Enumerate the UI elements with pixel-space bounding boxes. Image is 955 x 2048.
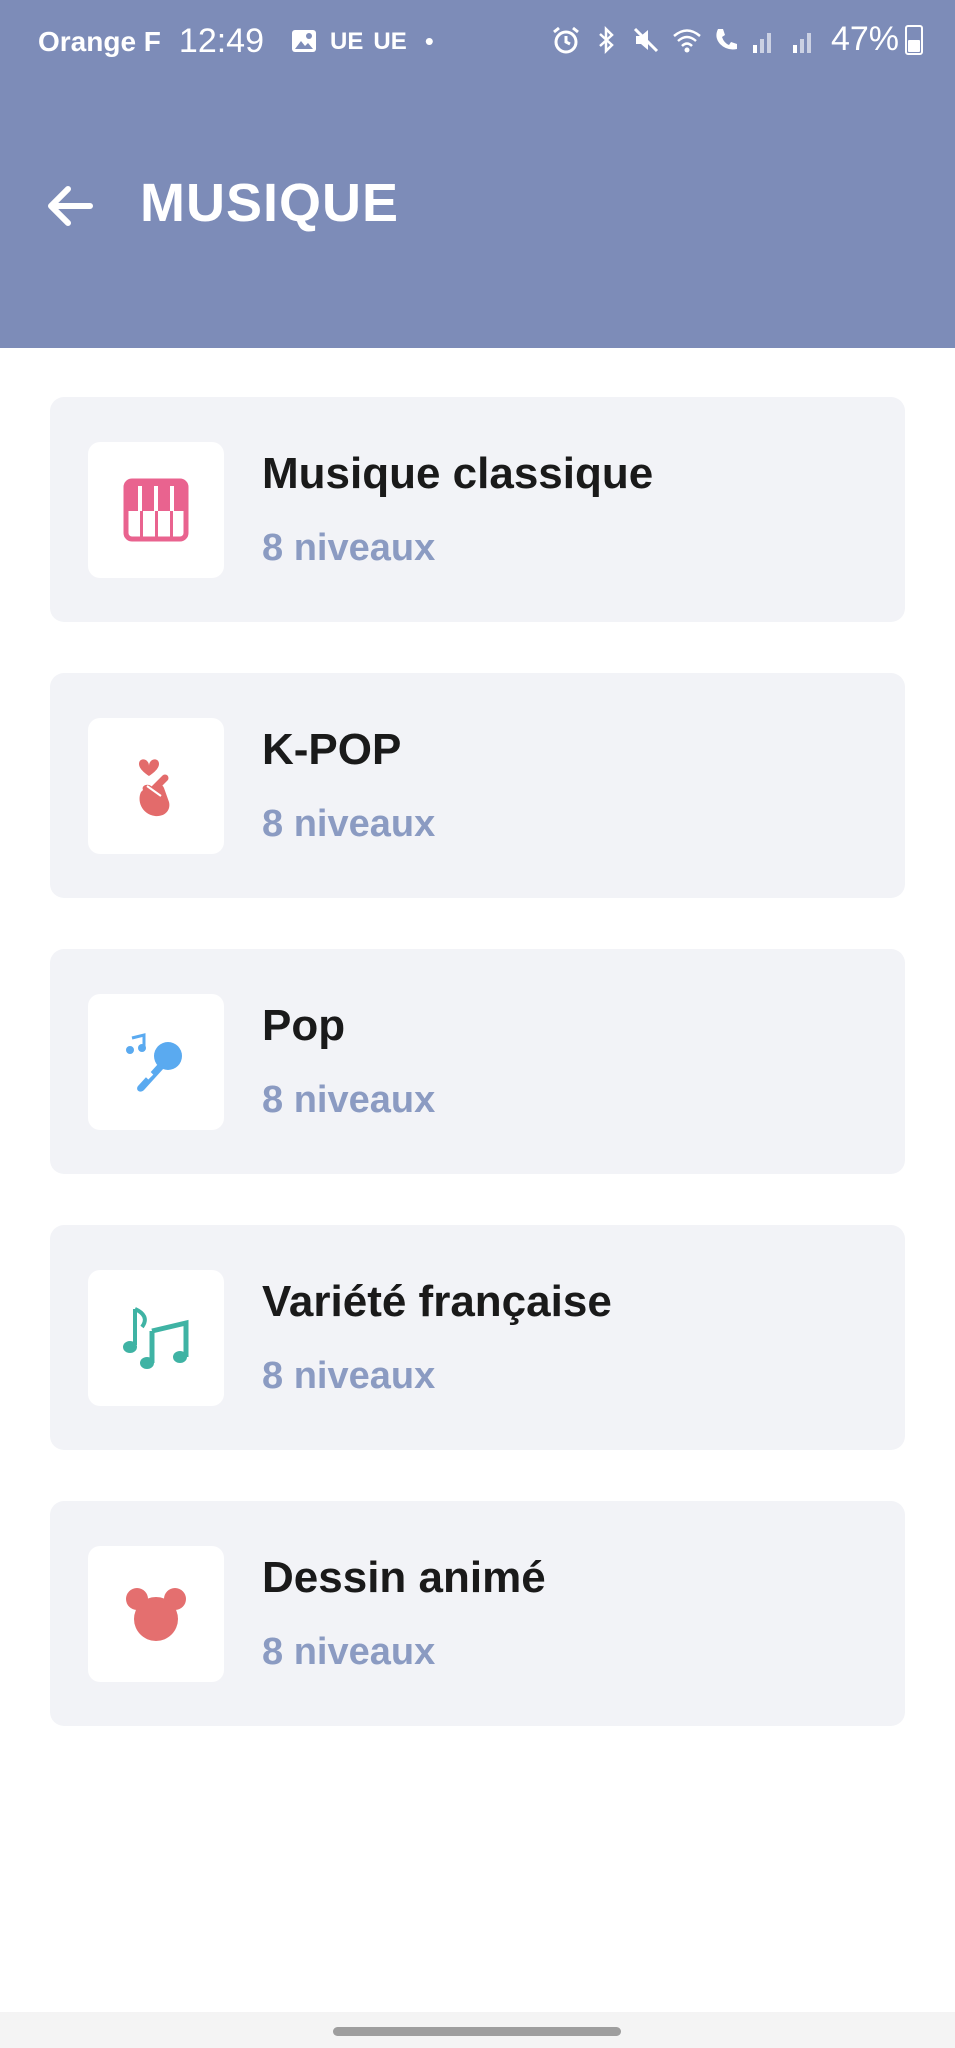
arrow-left-icon (48, 186, 93, 226)
music-notes-icon (123, 1307, 189, 1369)
category-levels: 8 niveaux (262, 1631, 436, 1673)
signal-icon-2 (791, 25, 821, 55)
alarm-icon (551, 25, 581, 55)
page-title: MUSIQUE (140, 173, 400, 233)
app-header: Orange F 12:49 UE UE • 47% MUSIQUE (0, 0, 955, 348)
category-card-k-pop[interactable]: K-POP 8 niveaux (50, 673, 905, 898)
category-icon-box (88, 1270, 224, 1406)
status-bar: Orange F 12:49 UE UE • 47% (0, 0, 955, 86)
clock: 12:49 (178, 22, 265, 60)
category-levels: 8 niveaux (262, 803, 436, 845)
piano-icon (123, 478, 189, 542)
finger-heart-icon (139, 759, 170, 817)
battery-percent: 47% (830, 20, 899, 58)
category-icon-box (88, 994, 224, 1130)
home-gesture-handle[interactable] (333, 2027, 621, 2036)
mute-icon (631, 25, 661, 55)
category-title: Pop (262, 1001, 346, 1050)
battery-icon (905, 24, 923, 55)
bluetooth-icon (591, 25, 621, 55)
microphone-icon (126, 1033, 182, 1092)
wifi-icon (671, 25, 701, 55)
category-card-musique-classique[interactable]: Musique classique 8 niveaux (50, 397, 905, 622)
category-icon-box (88, 1546, 224, 1682)
category-levels: 8 niveaux (262, 1355, 436, 1397)
category-card-variete-francaise[interactable]: Variété française 8 niveaux (50, 1225, 905, 1450)
category-levels: 8 niveaux (262, 527, 436, 569)
back-button[interactable] (40, 176, 100, 236)
gallery-icon (290, 27, 320, 57)
ue-indicator-2: UE (373, 27, 407, 55)
ue-indicator-1: UE (330, 27, 364, 55)
signal-icon-1 (751, 25, 781, 55)
category-levels: 8 niveaux (262, 1079, 436, 1121)
wifi-call-icon (711, 25, 741, 55)
category-icon-box (88, 718, 224, 854)
carrier-name: Orange F (38, 25, 161, 57)
mouse-head-icon (126, 1588, 186, 1641)
category-title: Dessin animé (262, 1553, 546, 1602)
category-title: K-POP (262, 725, 402, 774)
category-card-dessin-anime[interactable]: Dessin animé 8 niveaux (50, 1501, 905, 1726)
category-title: Musique classique (262, 449, 654, 498)
category-title: Variété française (262, 1277, 612, 1326)
notification-dot: • (424, 26, 434, 56)
category-list: Musique classique 8 niveaux K-POP 8 nive… (50, 397, 905, 1777)
category-card-pop[interactable]: Pop 8 niveaux (50, 949, 905, 1174)
system-nav-bar (0, 2012, 955, 2048)
category-icon-box (88, 442, 224, 578)
